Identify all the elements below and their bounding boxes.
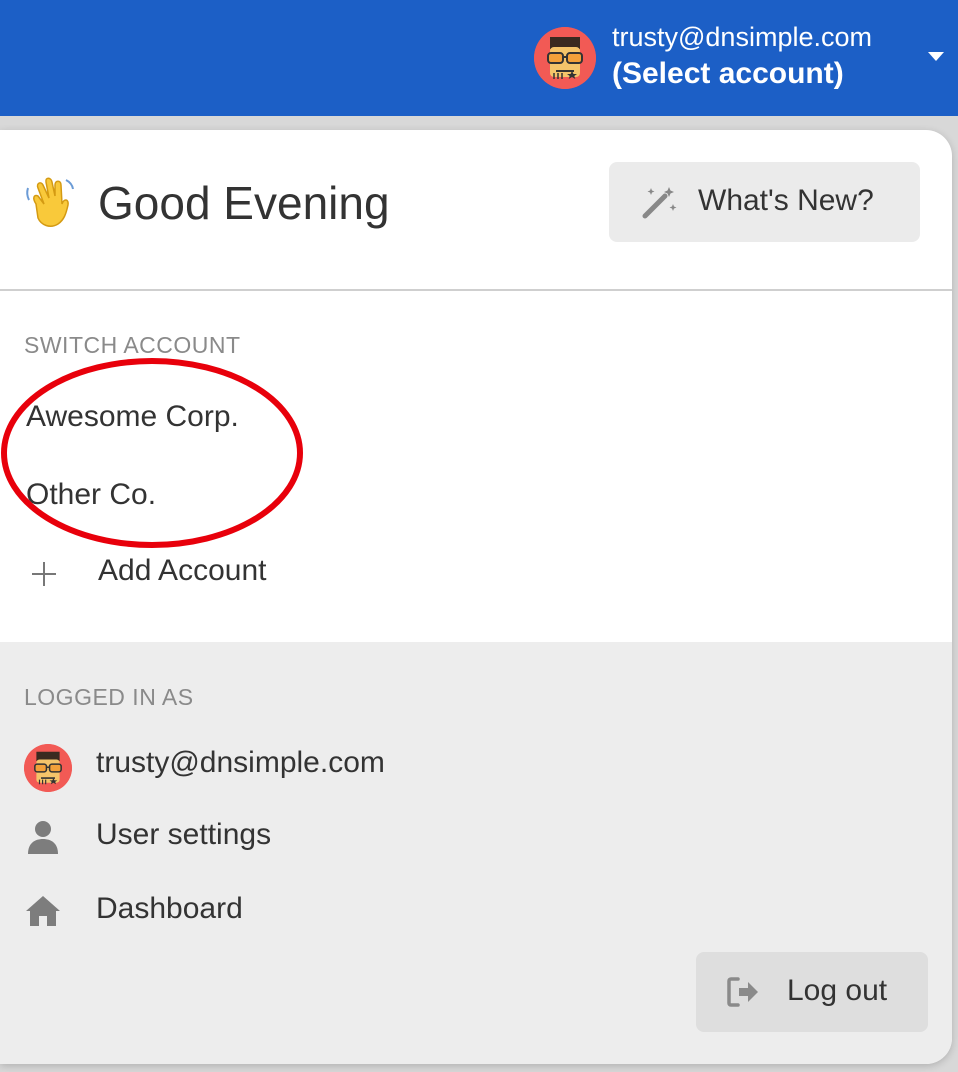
account-item-label: Other Co. xyxy=(26,478,157,511)
logged-in-email: trusty@dnsimple.com xyxy=(96,746,385,779)
header-user-email: trusty@dnsimple.com xyxy=(612,22,872,52)
user-settings-label: User settings xyxy=(96,818,272,851)
dashboard-label: Dashboard xyxy=(96,892,243,925)
avatar-face-icon xyxy=(24,744,72,792)
user-icon xyxy=(28,821,58,854)
logout-icon xyxy=(727,977,758,1007)
home-icon xyxy=(26,896,60,926)
account-item-awesome-corp[interactable]: Awesome Corp. xyxy=(0,388,952,448)
user-avatar xyxy=(534,27,596,89)
greeting-header: Good Evening What's New? xyxy=(0,130,952,291)
dashboard-link[interactable]: Dashboard xyxy=(0,880,952,940)
waving-hand-icon xyxy=(26,177,74,227)
whats-new-label: What's New? xyxy=(698,184,874,217)
magic-wand-icon xyxy=(642,187,677,219)
logged-in-user: trusty@dnsimple.com xyxy=(0,734,952,794)
logged-in-section: LOGGED IN AS trusty@dnsimple.com User se… xyxy=(0,642,952,1064)
logout-label: Log out xyxy=(787,974,888,1007)
user-avatar-small xyxy=(24,744,72,792)
logout-button[interactable]: Log out xyxy=(696,952,928,1032)
add-account-label: Add Account xyxy=(98,554,267,587)
account-item-label: Awesome Corp. xyxy=(26,400,239,433)
add-account-button[interactable]: Add Account xyxy=(0,542,952,602)
chevron-down-icon[interactable] xyxy=(928,52,944,61)
account-item-other-co[interactable]: Other Co. xyxy=(0,466,952,526)
avatar-face-icon xyxy=(534,27,596,89)
greeting-title: Good Evening xyxy=(98,177,390,229)
account-switcher[interactable]: trusty@dnsimple.com (Select account) xyxy=(518,0,958,116)
account-dropdown-panel: Good Evening What's New? SWITCH ACCOUNT … xyxy=(0,130,952,1064)
select-account-label: (Select account) xyxy=(612,57,844,90)
switch-account-heading: SWITCH ACCOUNT xyxy=(24,332,241,358)
logged-in-heading: LOGGED IN AS xyxy=(24,684,194,710)
whats-new-button[interactable]: What's New? xyxy=(609,162,920,242)
plus-icon xyxy=(30,560,58,588)
user-settings-link[interactable]: User settings xyxy=(0,806,952,866)
top-navigation-bar: trusty@dnsimple.com (Select account) xyxy=(0,0,958,116)
